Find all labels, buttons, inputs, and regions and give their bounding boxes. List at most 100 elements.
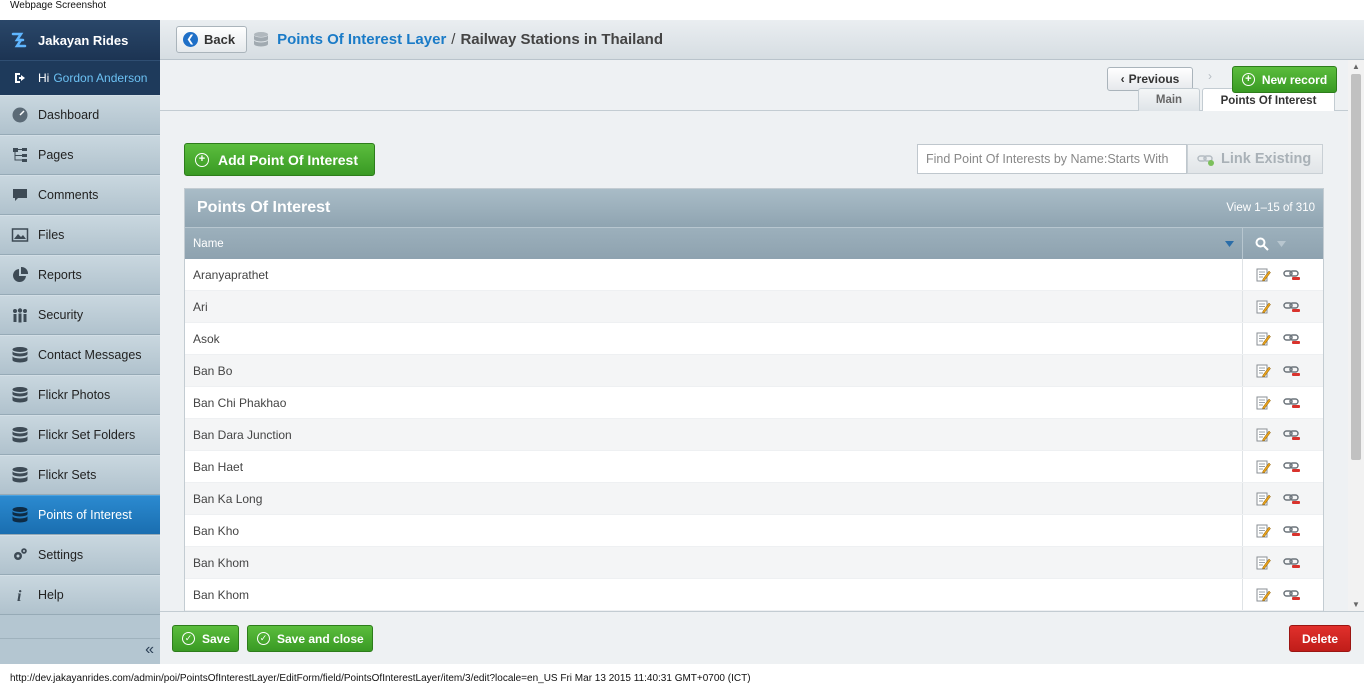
next-button[interactable]: ›	[1201, 69, 1219, 89]
back-button[interactable]: ❮ Back	[176, 26, 248, 53]
table-row[interactable]: Ban Haet	[185, 451, 1323, 483]
column-name-header[interactable]: Name	[185, 228, 1243, 259]
sidebar-item-help[interactable]: i Help	[0, 575, 160, 615]
sidebar-item-label: Reports	[38, 268, 82, 282]
sidebar-item-comments[interactable]: Comments	[0, 175, 160, 215]
user-name-link[interactable]: Gordon Anderson	[53, 71, 147, 85]
chevron-down-icon[interactable]	[1277, 240, 1286, 247]
poi-name-cell[interactable]: Ban Khom	[185, 579, 1243, 610]
sidebar-item-flickr-photos[interactable]: Flickr Photos	[0, 375, 160, 415]
sidebar-item-files[interactable]: Files	[0, 215, 160, 255]
sidebar-item-reports[interactable]: Reports	[0, 255, 160, 295]
save-button[interactable]: ✓ Save	[172, 625, 239, 652]
table-row[interactable]: Ari	[185, 291, 1323, 323]
unlink-icon[interactable]	[1283, 556, 1301, 570]
poi-name-cell[interactable]: Ban Chi Phakhao	[185, 387, 1243, 418]
unlink-icon[interactable]	[1283, 428, 1301, 442]
check-icon: ✓	[182, 632, 195, 645]
sidebar-item-label: Contact Messages	[38, 348, 142, 362]
logout-icon[interactable]	[12, 70, 28, 86]
sidebar-item-contact-messages[interactable]: Contact Messages	[0, 335, 160, 375]
content-scrollbar[interactable]: ▲ ▼	[1348, 60, 1364, 611]
unlink-icon[interactable]	[1283, 396, 1301, 410]
poi-name-cell[interactable]: Aranyaprathet	[185, 259, 1243, 290]
poi-name-cell[interactable]: Ban Kho	[185, 515, 1243, 546]
sidebar-item-flickr-set-folders[interactable]: Flickr Set Folders	[0, 415, 160, 455]
sidebar-item-pages[interactable]: Pages	[0, 135, 160, 175]
poi-name-cell[interactable]: Ban Dara Junction	[185, 419, 1243, 450]
sidebar-item-dashboard[interactable]: Dashboard	[0, 95, 160, 135]
table-row[interactable]: Ban Kho	[185, 515, 1323, 547]
sidebar-item-label: Dashboard	[38, 108, 100, 122]
poi-name-cell[interactable]: Ban Ka Long	[185, 483, 1243, 514]
table-row[interactable]: Ban Chi Phakhao	[185, 387, 1323, 419]
unlink-icon[interactable]	[1283, 588, 1301, 602]
edit-icon[interactable]	[1255, 363, 1271, 379]
sidebar-item-points-of-interest[interactable]: Points of Interest	[0, 495, 160, 535]
breadcrumb-separator: /	[451, 31, 456, 48]
collapse-icon[interactable]: «	[145, 641, 154, 659]
edit-icon[interactable]	[1255, 587, 1271, 603]
nav-list: Dashboard Pages Comments Files Reports Securi…	[0, 95, 160, 615]
save-and-close-button[interactable]: ✓ Save and close	[247, 625, 373, 652]
grid-count: View 1–15 of 310	[1226, 202, 1315, 214]
edit-icon[interactable]	[1255, 331, 1271, 347]
edit-icon[interactable]	[1255, 395, 1271, 411]
unlink-icon[interactable]	[1283, 460, 1301, 474]
row-actions	[1243, 291, 1323, 322]
edit-icon[interactable]	[1255, 523, 1271, 539]
unlink-icon[interactable]	[1283, 364, 1301, 378]
sort-desc-icon[interactable]	[1225, 240, 1234, 247]
user-greeting: Hi	[38, 71, 50, 85]
poi-name-cell[interactable]: Asok	[185, 323, 1243, 354]
poi-name-cell[interactable]: Ari	[185, 291, 1243, 322]
unlink-icon[interactable]	[1283, 332, 1301, 346]
edit-icon[interactable]	[1255, 555, 1271, 571]
poi-name-cell[interactable]: Ban Bo	[185, 355, 1243, 386]
scrollbar-thumb[interactable]	[1351, 74, 1361, 460]
unlink-icon[interactable]	[1283, 268, 1301, 282]
sidebar-item-security[interactable]: Security	[0, 295, 160, 335]
back-label: Back	[204, 32, 236, 47]
table-row[interactable]: Ban Khom	[185, 579, 1323, 611]
save-label: Save	[202, 631, 231, 646]
row-actions	[1243, 419, 1323, 450]
edit-icon[interactable]	[1255, 459, 1271, 475]
form-actions: ✓ Save ✓ Save and close Delete	[160, 611, 1364, 664]
row-actions	[1243, 355, 1323, 386]
sidebar-item-settings[interactable]: Settings	[0, 535, 160, 575]
link-icon	[1197, 155, 1214, 166]
arrow-left-icon: ❮	[183, 32, 198, 47]
edit-icon[interactable]	[1255, 491, 1271, 507]
breadcrumb-layer-link[interactable]: Points Of Interest Layer	[277, 31, 446, 48]
find-poi-search-input[interactable]	[917, 144, 1187, 174]
table-row[interactable]: Aranyaprathet	[185, 259, 1323, 291]
sidebar-collapse[interactable]: «	[0, 638, 160, 664]
edit-icon[interactable]	[1255, 299, 1271, 315]
table-row[interactable]: Ban Ka Long	[185, 483, 1323, 515]
unlink-icon[interactable]	[1283, 524, 1301, 538]
tab-main[interactable]: Main	[1138, 88, 1200, 111]
table-row[interactable]: Ban Dara Junction	[185, 419, 1323, 451]
pie-chart-icon	[11, 266, 29, 284]
poi-name-cell[interactable]: Ban Haet	[185, 451, 1243, 482]
poi-name-cell[interactable]: Ban Khom	[185, 547, 1243, 578]
brand[interactable]: Jakayan Rides	[0, 20, 160, 60]
edit-icon[interactable]	[1255, 427, 1271, 443]
unlink-icon[interactable]	[1283, 300, 1301, 314]
unlink-icon[interactable]	[1283, 492, 1301, 506]
sidebar-item-flickr-sets[interactable]: Flickr Sets	[0, 455, 160, 495]
search-icon[interactable]	[1255, 237, 1269, 251]
row-actions	[1243, 547, 1323, 578]
table-row[interactable]: Ban Khom	[185, 547, 1323, 579]
new-record-button[interactable]: + New record	[1232, 66, 1337, 93]
sitemap-icon	[11, 146, 29, 164]
delete-button[interactable]: Delete	[1289, 625, 1351, 652]
add-point-of-interest-button[interactable]: + Add Point Of Interest	[184, 143, 375, 176]
scroll-down-icon[interactable]: ▼	[1352, 600, 1360, 609]
edit-icon[interactable]	[1255, 267, 1271, 283]
link-existing-button[interactable]: Link Existing	[1187, 144, 1323, 174]
scroll-up-icon[interactable]: ▲	[1352, 62, 1360, 71]
table-row[interactable]: Asok	[185, 323, 1323, 355]
table-row[interactable]: Ban Bo	[185, 355, 1323, 387]
